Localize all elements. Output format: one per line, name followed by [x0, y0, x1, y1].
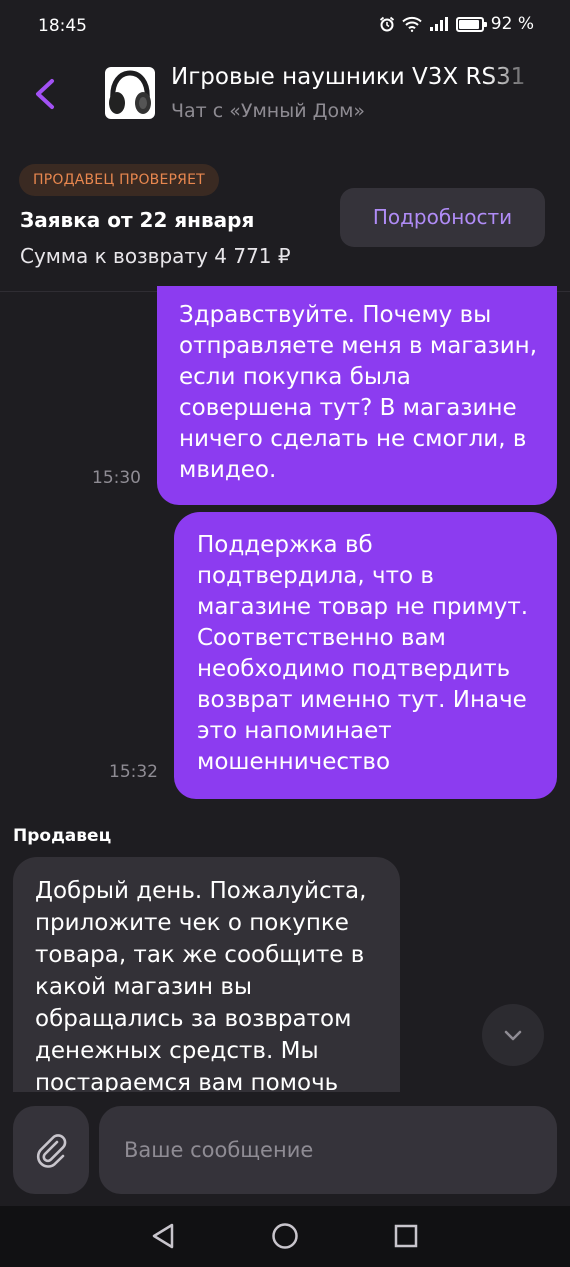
attach-button[interactable]: [13, 1106, 89, 1194]
sender-name: Продавец: [13, 826, 112, 846]
message-bubble-outgoing[interactable]: Здравствуйте. Почему вы отправляете меня…: [157, 286, 557, 505]
battery-icon: [455, 16, 487, 32]
message-time: 15:32: [109, 762, 158, 782]
headphones-icon: [109, 70, 151, 114]
message-time: 15:30: [92, 468, 141, 488]
message-input[interactable]: Ваше сообщение: [99, 1106, 557, 1194]
product-title: Игровые наушники V3X RS31: [171, 64, 526, 90]
alarm-icon: [379, 16, 394, 32]
details-button[interactable]: Подробности: [340, 188, 545, 247]
nav-recents-icon[interactable]: [391, 1221, 421, 1251]
message-bubble-outgoing[interactable]: Поддержка вб подтвердила, что в магазине…: [174, 512, 557, 799]
claim-date: Заявка от 22 января: [20, 208, 255, 232]
refund-amount: Сумма к возврату 4 771 ₽: [20, 244, 291, 268]
wifi-icon: [402, 16, 422, 32]
chat-subtitle: Чат с «Умный Дом»: [171, 100, 366, 122]
message-bubble-incoming[interactable]: Добрый день. Пожалуйста, приложите чек о…: [13, 857, 400, 1107]
battery-percent: 92 %: [490, 14, 534, 34]
system-nav-bar: [0, 1206, 570, 1267]
status-time: 18:45: [38, 16, 87, 36]
nav-back-icon[interactable]: [148, 1221, 178, 1251]
chevron-down-icon: [504, 1030, 522, 1041]
status-badge: ПРОДАВЕЦ ПРОВЕРЯЕТ: [19, 164, 219, 196]
scroll-down-button[interactable]: [482, 1004, 544, 1066]
product-thumbnail[interactable]: [105, 67, 155, 119]
message-composer: Ваше сообщение: [0, 1092, 570, 1206]
chat-header: Игровые наушники V3X RS31 Чат с «Умный Д…: [0, 56, 570, 136]
paperclip-icon: [36, 1134, 67, 1168]
nav-home-icon[interactable]: [270, 1221, 300, 1251]
claim-summary: ПРОДАВЕЦ ПРОВЕРЯЕТ Заявка от 22 января С…: [0, 160, 570, 292]
signal-icon: [429, 17, 448, 31]
status-icons: 92 %: [379, 14, 534, 34]
chevron-left-icon[interactable]: [28, 74, 62, 114]
status-bar: 18:45 92 %: [0, 0, 570, 56]
